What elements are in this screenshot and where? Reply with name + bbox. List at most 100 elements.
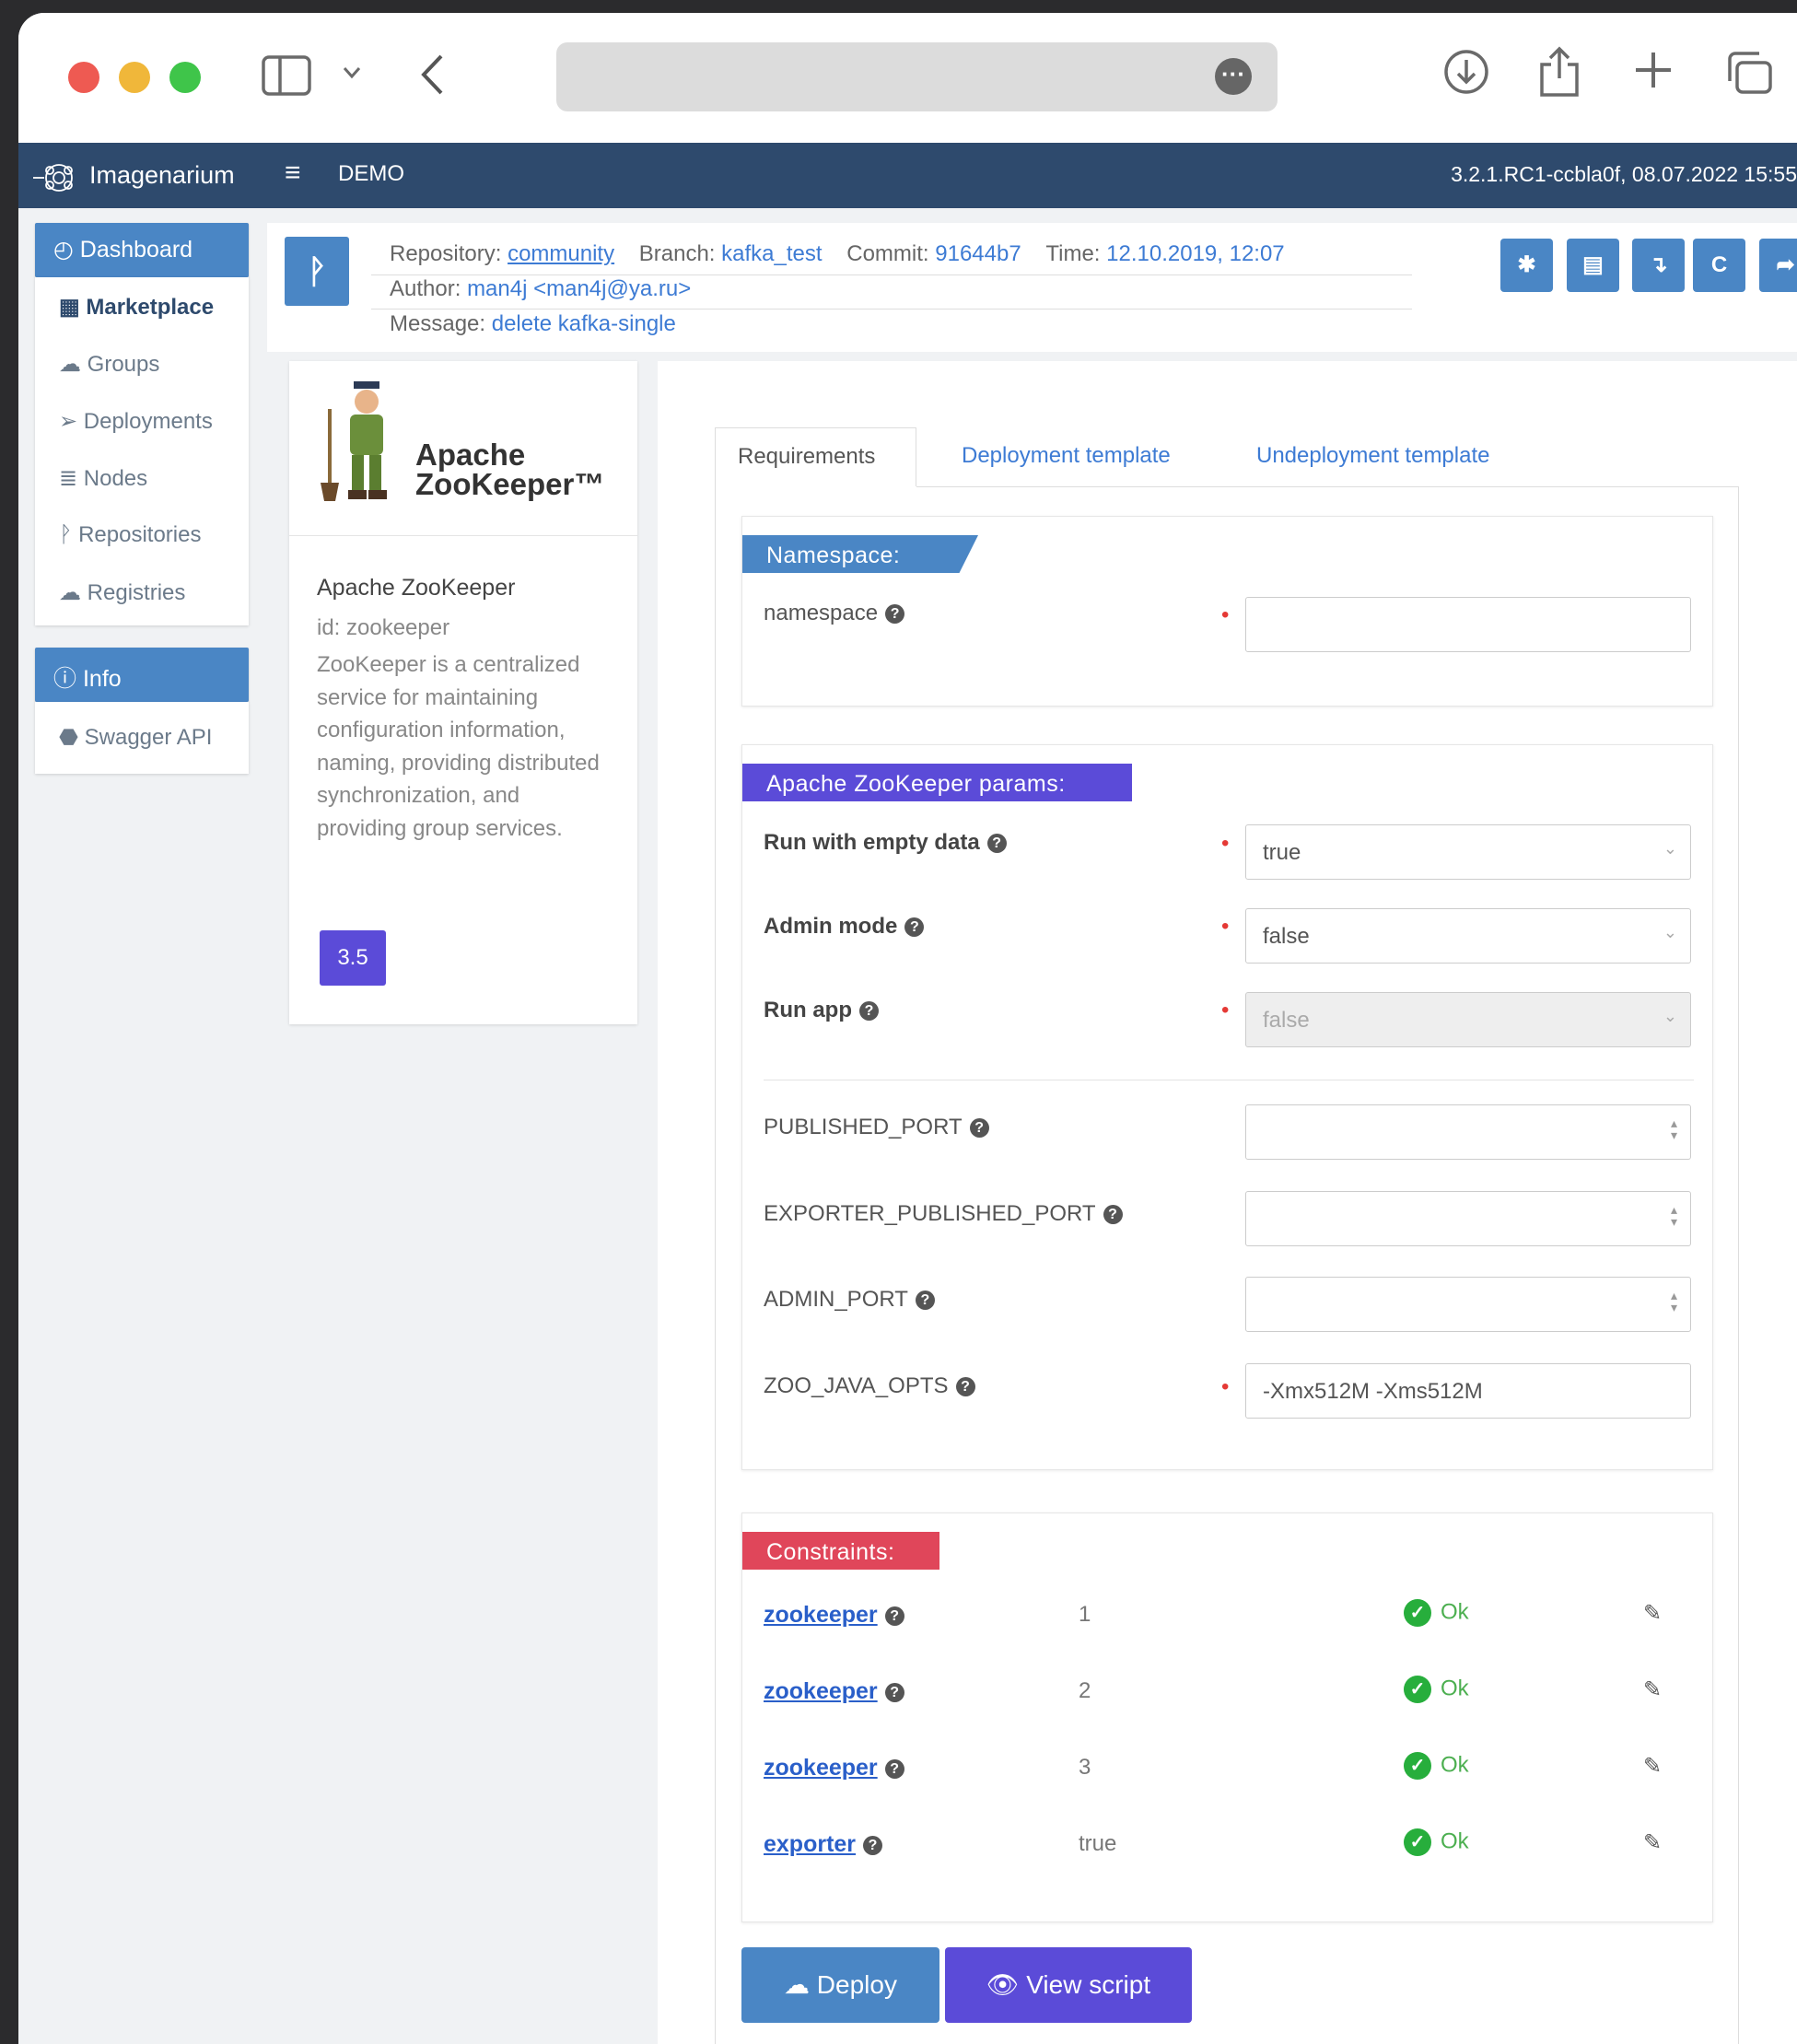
constraints-header: Constraints: [742,1532,939,1570]
exporter-port-label: EXPORTER_PUBLISHED_PORT? [764,1201,1123,1227]
tab-undeployment-template[interactable]: Undeployment template [1256,443,1489,469]
constraint-link[interactable]: exporter? [764,1831,883,1858]
imagenarium-logo-icon[interactable] [31,159,87,203]
sidebar-item-nodes[interactable]: ≣ Nodes [35,449,249,506]
divider [371,309,1412,310]
help-icon[interactable]: ? [915,1291,935,1311]
constraint-link[interactable]: zookeeper? [764,1678,904,1705]
java-opts-label: ZOO_JAVA_OPTS? [764,1373,975,1399]
stepper-icon[interactable]: ▴ ▾ [1671,1289,1677,1314]
document-button[interactable]: ▤ [1567,239,1619,292]
sidebar-item-marketplace[interactable]: ▦ Marketplace [35,277,249,334]
app-header: Imagenarium ≡ DEMO 3.2.1.RC1-ccbla0f, 08… [18,143,1797,208]
select-value: true [1263,840,1301,865]
help-icon[interactable]: ? [986,834,1007,854]
constraint-status: ✓ Ok [1404,1752,1469,1780]
pencil-icon[interactable]: ✎ [1643,1753,1662,1780]
message-link[interactable]: delete kafka-single [492,311,676,336]
constraint-link[interactable]: zookeeper? [764,1755,904,1781]
tab-deployment-template[interactable]: Deployment template [962,443,1171,469]
chevron-down-icon[interactable] [343,66,361,84]
published-port-input[interactable]: ▴ ▾ [1245,1104,1691,1160]
dashboard-label: Dashboard [79,237,193,263]
admin-port-input[interactable]: ▴ ▾ [1245,1277,1691,1332]
export-button[interactable]: ➦ [1759,239,1797,292]
version-badge[interactable]: 3.5 [320,930,386,986]
constraint-name[interactable]: exporter [764,1831,856,1857]
more-options-icon[interactable]: ··· [1215,58,1252,95]
sidebar-dashboard-button[interactable]: ◴ Dashboard [35,223,249,277]
pull-button[interactable]: ↴ [1632,239,1685,292]
close-window-button[interactable] [68,62,99,93]
settings-button[interactable]: ✱ [1500,239,1553,292]
tab-requirements[interactable]: Requirements [715,427,916,486]
author-link[interactable]: man4j <man4j@ya.ru> [467,276,691,301]
sidebar-item-label: Registries [87,580,186,605]
namespace-label: namespace? [764,601,905,626]
hamburger-menu-icon[interactable]: ≡ [285,158,301,189]
help-icon[interactable]: ? [859,1001,879,1022]
check-circle-icon: ✓ [1404,1676,1431,1703]
refresh-button[interactable]: C [1693,239,1745,292]
run-app-label: Run app? [764,998,879,1023]
help-icon[interactable]: ? [885,604,905,625]
arrow-down-icon: ↴ [1649,252,1668,277]
address-bar[interactable]: ··· [556,42,1278,111]
version-info: 3.2.1.RC1-ccbla0f, 08.07.2022 15:55 [1451,162,1797,186]
pencil-icon[interactable]: ✎ [1643,1829,1662,1856]
help-icon[interactable]: ? [969,1118,989,1139]
repository-link[interactable]: community [508,241,614,266]
required-marker: • [1221,914,1230,939]
share-icon[interactable] [1538,46,1581,102]
help-icon[interactable]: ? [955,1377,975,1397]
pencil-icon[interactable]: ✎ [1643,1676,1662,1703]
help-icon[interactable]: ? [884,1758,904,1779]
sidebar-item-deployments[interactable]: ➢ Deployments [35,391,249,449]
zoom-window-button[interactable] [169,62,201,93]
run-empty-select[interactable]: true ⌄ [1245,824,1691,880]
branch-icon: ᚹ [307,252,327,290]
back-arrow-icon[interactable] [419,53,445,100]
constraint-name[interactable]: zookeeper [764,1755,878,1781]
constraint-link[interactable]: zookeeper? [764,1602,904,1629]
branch-link[interactable]: kafka_test [721,241,822,266]
deploy-button[interactable]: ☁ Deploy [741,1947,939,2023]
pencil-icon[interactable]: ✎ [1643,1600,1662,1627]
new-tab-icon[interactable] [1633,50,1674,95]
branch-button[interactable]: ᚹ [285,237,349,306]
help-icon[interactable]: ? [1103,1205,1123,1225]
constraint-name[interactable]: zookeeper [764,1602,878,1628]
constraint-value: 2 [1079,1678,1091,1703]
check-circle-icon: ✓ [1404,1828,1431,1856]
message-label: Message: [390,311,486,336]
view-script-button[interactable]: 👁 View script [945,1947,1192,2023]
app-brand[interactable]: Imagenarium [89,161,235,190]
exporter-port-input[interactable]: ▴ ▾ [1245,1191,1691,1246]
help-icon[interactable]: ? [884,1682,904,1702]
chevron-down-icon: ⌄ [1663,1007,1677,1025]
field-label: namespace [764,601,879,625]
sidebar-toggle-icon[interactable] [262,55,311,100]
stepper-icon[interactable]: ▴ ▾ [1671,1203,1677,1228]
commit-link[interactable]: 91644b7 [935,241,1021,266]
stepper-icon[interactable]: ▴ ▾ [1671,1116,1677,1141]
java-opts-input[interactable]: -Xmx512M -Xms512M [1245,1363,1691,1419]
sidebar-item-groups[interactable]: ☁ Groups [35,334,249,391]
tabs-overview-icon[interactable] [1724,50,1774,100]
sidebar-item-swagger[interactable]: ⬣ Swagger API [35,707,249,765]
constraint-status: ✓ Ok [1404,1676,1469,1703]
sidebar-item-registries[interactable]: ☁ Registries [35,563,249,620]
help-icon[interactable]: ? [904,917,925,938]
status-text: Ok [1441,1599,1469,1625]
download-icon[interactable] [1443,49,1489,99]
minimize-window-button[interactable] [119,62,150,93]
help-icon[interactable]: ? [884,1606,904,1626]
help-icon[interactable]: ? [863,1835,883,1855]
zookeeper-mascot-icon [321,381,387,501]
namespace-input[interactable] [1245,597,1691,652]
admin-mode-select[interactable]: false ⌄ [1245,908,1691,964]
constraint-name[interactable]: zookeeper [764,1678,878,1704]
sidebar-item-repositories[interactable]: ᚹ Repositories [35,506,249,563]
sidebar-info-button[interactable]: ⓘ Info [35,648,249,702]
required-marker: • [1221,602,1230,627]
